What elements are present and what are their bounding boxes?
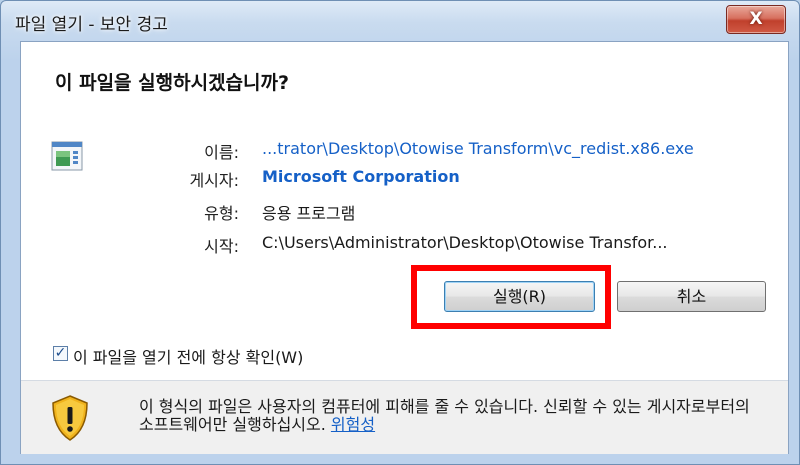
file-name-link[interactable]: ...trator\Desktop\Otowise Transform\vc_r…	[262, 139, 694, 158]
from-label: 시작:	[204, 237, 239, 256]
title-bar[interactable]: 파일 열기 - 보안 경고 X	[1, 1, 799, 41]
run-button[interactable]: 실행(R)	[444, 281, 595, 312]
always-ask-checkbox[interactable]: ✓	[53, 346, 68, 361]
from-value: C:\Users\Administrator\Desktop\Otowise T…	[262, 233, 668, 252]
security-warning-dialog: 파일 열기 - 보안 경고 X 이 파일을 실행하시겠습니까? 이름: ...t…	[0, 0, 800, 465]
warning-footer: 이 형식의 파일은 사용자의 컴퓨터에 피해를 줄 수 있습니다. 신뢰할 수 …	[21, 380, 788, 454]
publisher-label: 게시자:	[189, 171, 239, 190]
type-value: 응용 프로그램	[262, 204, 356, 223]
window-title: 파일 열기 - 보안 경고	[15, 15, 168, 35]
dialog-heading: 이 파일을 실행하시겠습니까?	[55, 72, 290, 94]
security-shield-icon	[52, 395, 88, 441]
dialog-content: 이 파일을 실행하시겠습니까? 이름: ...trator\Desktop\Ot…	[20, 41, 789, 454]
warning-message: 이 형식의 파일은 사용자의 컴퓨터에 피해를 줄 수 있습니다. 신뢰할 수 …	[139, 397, 750, 434]
type-label: 유형:	[204, 204, 239, 223]
risk-link[interactable]: 위험성	[331, 415, 375, 434]
cancel-button[interactable]: 취소	[617, 281, 766, 312]
publisher-link[interactable]: Microsoft Corporation	[262, 167, 460, 186]
warning-text: 이 형식의 파일은 사용자의 컴퓨터에 피해를 줄 수 있습니다. 신뢰할 수 …	[139, 398, 759, 434]
close-button[interactable]: X	[726, 5, 786, 34]
always-ask-label[interactable]: 이 파일을 열기 전에 항상 확인(W)	[73, 344, 303, 368]
name-label: 이름:	[204, 143, 239, 162]
